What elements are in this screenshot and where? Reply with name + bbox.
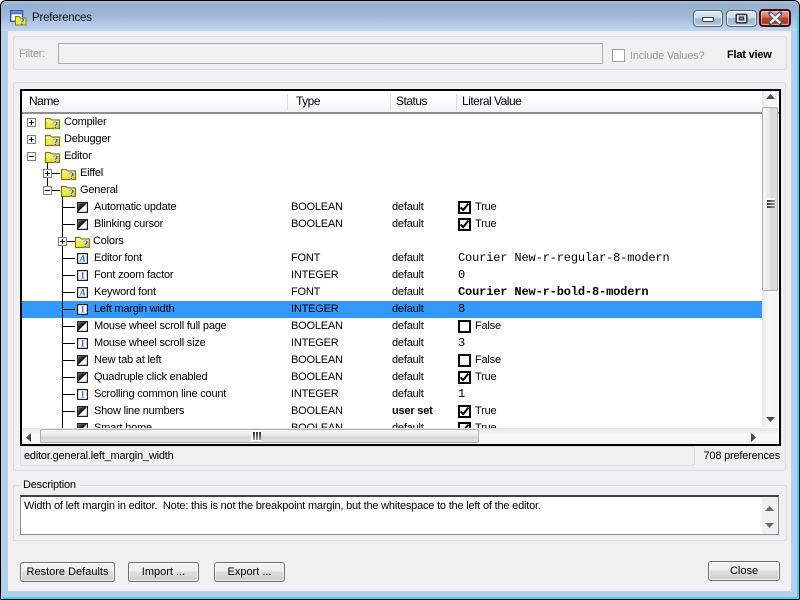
svg-text:?: ? [20, 17, 25, 26]
svg-text:?: ? [69, 171, 75, 181]
svg-text:A: A [79, 288, 86, 298]
svg-text:1: 1 [80, 390, 85, 400]
svg-text:?: ? [53, 137, 59, 147]
svg-text:1: 1 [80, 271, 85, 281]
svg-text:1: 1 [80, 305, 85, 315]
svg-text:?: ? [69, 188, 75, 198]
svg-text:A: A [79, 254, 86, 264]
svg-text:?: ? [53, 120, 59, 130]
svg-text:?: ? [83, 239, 89, 249]
svg-text:1: 1 [80, 339, 85, 349]
svg-text:?: ? [53, 154, 59, 164]
